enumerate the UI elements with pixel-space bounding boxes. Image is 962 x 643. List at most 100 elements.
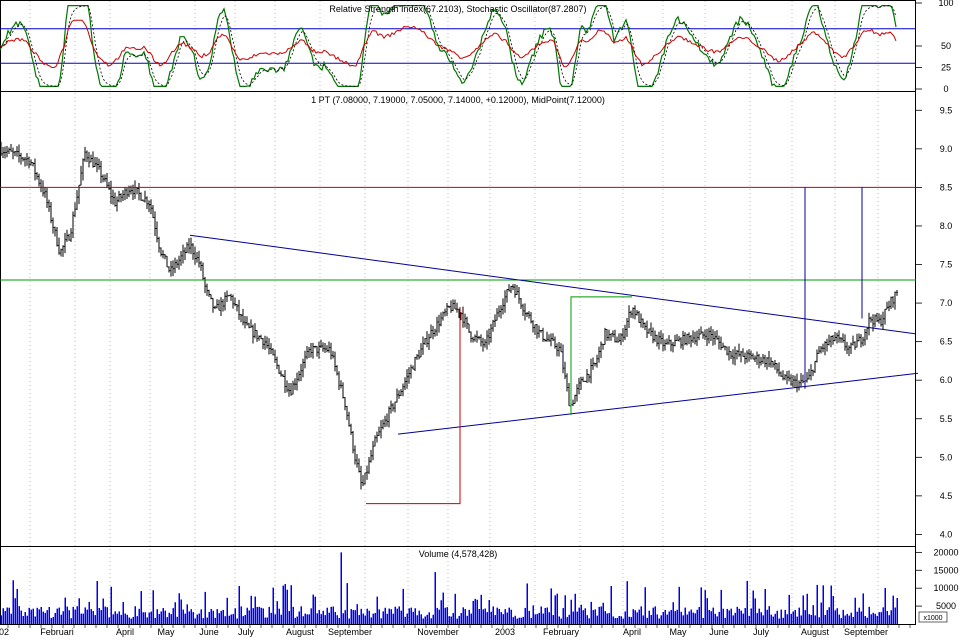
volume-bar — [634, 610, 636, 624]
x-label: May — [669, 627, 687, 637]
volume-bar — [582, 610, 584, 624]
volume-bar — [840, 618, 842, 624]
volume-bar — [538, 612, 540, 624]
volume-bar — [60, 614, 62, 624]
volume-bar — [776, 610, 778, 624]
volume-bar — [216, 609, 218, 624]
volume-bar — [592, 610, 594, 624]
volume-bar — [710, 611, 712, 624]
volume-bar — [96, 580, 98, 624]
volume-bar — [320, 614, 322, 624]
volume-bar — [304, 613, 306, 624]
volume-bar — [684, 607, 686, 624]
x-label: August — [286, 627, 315, 637]
volume-bar — [78, 598, 80, 624]
volume-bar — [630, 617, 632, 624]
volume-bar — [334, 611, 336, 624]
volume-bar — [556, 593, 558, 624]
volume-bar — [242, 616, 244, 624]
price-y-label: 8.5 — [940, 182, 953, 192]
volume-bar — [536, 614, 538, 624]
volume-bar — [366, 608, 368, 624]
volume-bar — [332, 606, 334, 624]
volume-bar — [476, 599, 478, 624]
volume-bar — [478, 608, 480, 624]
volume-bar — [500, 612, 502, 624]
volume-bar — [70, 618, 72, 624]
volume-bar — [266, 617, 268, 624]
volume-bar — [470, 613, 472, 624]
volume-bar — [516, 618, 518, 624]
volume-bar — [84, 607, 86, 624]
volume-bar — [540, 606, 542, 624]
volume-bar — [72, 606, 74, 624]
x-label: June — [199, 627, 219, 637]
volume-bar — [116, 613, 118, 624]
volume-bar — [452, 613, 454, 624]
volume-bar — [208, 611, 210, 624]
volume-bar — [398, 606, 400, 624]
volume-bar — [328, 612, 330, 624]
volume-bar — [790, 613, 792, 624]
volume-bar — [626, 581, 628, 624]
volume-bar — [52, 617, 54, 624]
volume-bar — [632, 609, 634, 624]
volume-bar — [458, 615, 460, 624]
volume-bar — [410, 607, 412, 624]
volume-bar — [152, 590, 154, 624]
volume-bar — [356, 604, 358, 624]
volume-bar — [498, 608, 500, 624]
volume-bar — [422, 618, 424, 624]
volume-bar — [778, 618, 780, 624]
volume-bar — [698, 606, 700, 624]
volume-bar — [436, 607, 438, 624]
volume-bar — [362, 613, 364, 624]
volume-bar — [142, 612, 144, 624]
volume-bar — [108, 617, 110, 624]
volume-bar — [518, 617, 520, 624]
volume-bar — [420, 614, 422, 624]
volume-bar — [878, 612, 880, 624]
volume-bar — [706, 598, 708, 624]
volume-bar — [526, 583, 528, 624]
volume-y-label: 20000 — [933, 547, 958, 557]
volume-bar — [524, 607, 526, 624]
volume-bar — [598, 606, 600, 624]
volume-bar — [784, 609, 786, 624]
volume-bar — [280, 614, 282, 624]
x-label: February — [543, 627, 580, 637]
volume-bar — [308, 614, 310, 624]
volume-bar — [866, 617, 868, 624]
volume-bar — [218, 613, 220, 624]
volume-bar — [298, 611, 300, 624]
x-label: September — [844, 627, 888, 637]
volume-bar — [638, 609, 640, 624]
volume-bar — [442, 592, 444, 624]
volume-bar — [382, 611, 384, 624]
volume-bar — [326, 607, 328, 624]
volume-bar — [342, 613, 344, 624]
volume-bar — [532, 605, 534, 624]
volume-bar — [62, 611, 64, 624]
volume-bar — [296, 616, 298, 624]
price-bars — [0, 141, 898, 490]
volume-bar — [42, 611, 44, 624]
volume-bar — [124, 613, 126, 624]
volume-bar — [230, 614, 232, 624]
volume-bar — [288, 610, 290, 624]
volume-bar — [704, 590, 706, 624]
volume-bar — [198, 613, 200, 624]
volume-bar — [796, 616, 798, 624]
volume-y-axis: 20000 15000 10000 5000 — [916, 547, 959, 611]
volume-bar — [282, 585, 284, 624]
volume-bar — [338, 617, 340, 624]
volume-bar — [462, 607, 464, 624]
volume-bar — [742, 613, 744, 624]
indicator-y-label: 25 — [941, 63, 951, 73]
volume-bar — [130, 618, 132, 624]
price-y-label: 6.5 — [940, 337, 953, 347]
volume-bar — [496, 607, 498, 624]
price-y-label: 8.0 — [940, 221, 953, 231]
volume-bar — [90, 609, 92, 624]
volume-bar — [6, 607, 8, 624]
